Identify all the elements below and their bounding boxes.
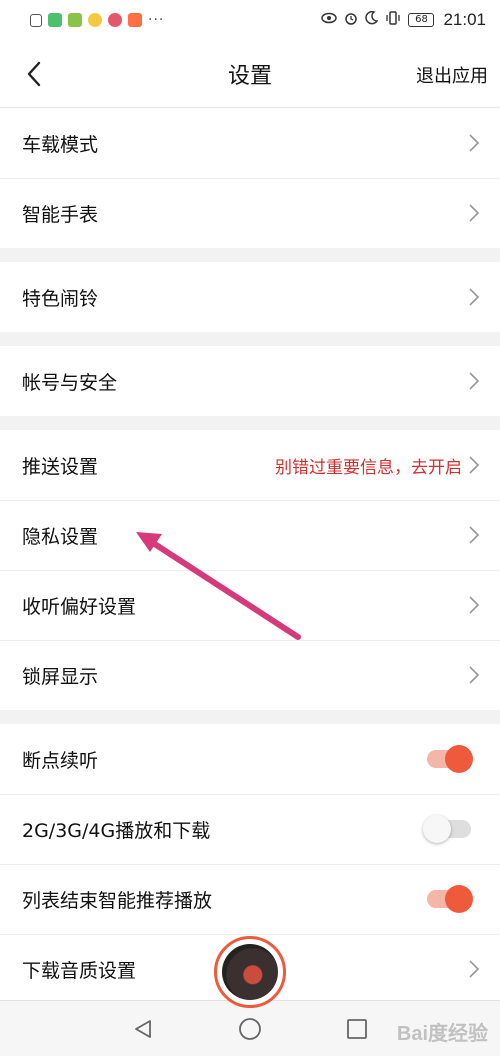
chevron-right-icon (469, 666, 480, 684)
game-icon (88, 13, 102, 27)
smart-recommend-toggle[interactable] (423, 885, 473, 913)
alarm-icon (344, 11, 358, 29)
header-bar: 设置 退出应用 (0, 40, 500, 108)
red-circle-icon (108, 13, 122, 27)
mobile-data-toggle[interactable] (423, 815, 473, 843)
chevron-right-icon (469, 456, 480, 474)
chevron-right-icon (469, 134, 480, 152)
vibrate-icon (385, 11, 401, 29)
settings-item-lock-screen[interactable]: 锁屏显示 (0, 640, 500, 710)
settings-item-label: 下载音质设置 (22, 959, 137, 982)
mini-player-button[interactable] (214, 936, 286, 1008)
settings-item-label: 锁屏显示 (22, 665, 99, 688)
message-icon (30, 13, 42, 27)
settings-item-privacy[interactable]: 隐私设置 (0, 500, 500, 570)
album-cover-icon (222, 944, 278, 1000)
status-bar: ··· 68 21:01 (0, 0, 500, 40)
clock: 21:01 (443, 10, 486, 29)
settings-item-label: 智能手表 (22, 203, 99, 226)
scan-icon (128, 13, 142, 27)
settings-item-label: 特色闹铃 (22, 287, 99, 310)
settings-item-smartwatch[interactable]: 智能手表 (0, 178, 500, 248)
settings-item-alarm[interactable]: 特色闹铃 (0, 262, 500, 332)
settings-item-label: 帐号与安全 (22, 371, 118, 394)
page-title: 设置 (227, 63, 272, 89)
square-recents-icon (346, 1018, 367, 1039)
nav-home-button[interactable] (230, 1009, 270, 1049)
settings-item-car-mode[interactable]: 车载模式 (0, 108, 500, 178)
resume-toggle[interactable] (423, 745, 473, 773)
settings-item-label: 收听偏好设置 (22, 595, 137, 618)
settings-item-label: 车载模式 (22, 133, 99, 156)
settings-item-label: 2G/3G/4G播放和下载 (22, 819, 211, 842)
chevron-right-icon (469, 204, 480, 222)
section-divider (0, 248, 500, 262)
eye-icon (321, 12, 338, 28)
triangle-back-icon (135, 1019, 152, 1038)
battery-indicator: 68 (408, 13, 435, 27)
watermark-logo: Bai度经验 (396, 1023, 488, 1045)
settings-item-smart-recommend: 列表结束智能推荐播放 (0, 864, 500, 934)
notification-icons: ··· (30, 12, 164, 28)
app-icon (68, 13, 82, 27)
back-arrow-icon (27, 61, 41, 87)
toggle-knob (445, 885, 473, 913)
wechat-icon (48, 13, 62, 27)
nav-back-button[interactable] (123, 1009, 163, 1049)
system-status: 68 21:01 (321, 10, 486, 30)
chevron-right-icon (469, 526, 480, 544)
back-button[interactable] (14, 54, 54, 94)
section-divider (0, 710, 500, 724)
chevron-right-icon (469, 960, 480, 978)
settings-item-mobile-data: 2G/3G/4G播放和下载 (0, 794, 500, 864)
settings-item-label: 断点续听 (22, 749, 99, 772)
settings-item-label: 隐私设置 (22, 525, 99, 548)
settings-list: 车载模式 智能手表 特色闹铃 帐号与安全 推送设置 别错过重要信息，去开启 隐私… (0, 108, 500, 1004)
nav-recents-button[interactable] (337, 1009, 377, 1049)
toggle-knob (445, 745, 473, 773)
section-divider (0, 332, 500, 346)
section-divider (0, 416, 500, 430)
settings-item-label: 列表结束智能推荐播放 (22, 889, 213, 912)
settings-item-account-security[interactable]: 帐号与安全 (0, 346, 500, 416)
moon-icon (365, 10, 379, 29)
settings-item-listening-pref[interactable]: 收听偏好设置 (0, 570, 500, 640)
toggle-knob (423, 815, 451, 843)
settings-item-resume: 断点续听 (0, 724, 500, 794)
exit-app-button[interactable]: 退出应用 (416, 62, 488, 88)
settings-item-label: 推送设置 (22, 455, 99, 478)
chevron-right-icon (469, 372, 480, 390)
more-notifications: ··· (148, 12, 165, 28)
chevron-right-icon (469, 596, 480, 614)
settings-item-push[interactable]: 推送设置 别错过重要信息，去开启 (0, 430, 500, 500)
push-hint-text: 别错过重要信息，去开启 (275, 458, 462, 478)
chevron-right-icon (469, 288, 480, 306)
circle-home-icon (239, 1017, 261, 1040)
